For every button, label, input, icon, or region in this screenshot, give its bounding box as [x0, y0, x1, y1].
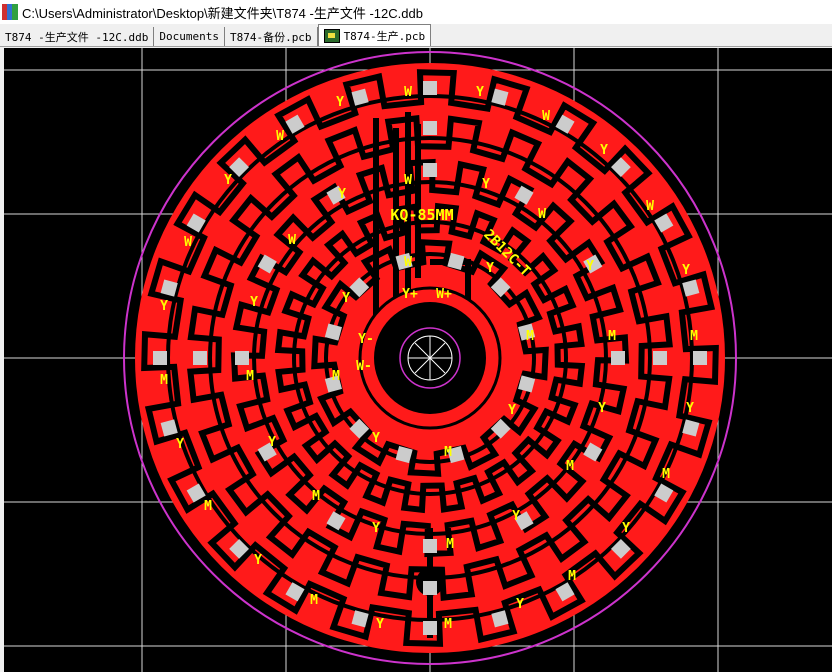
silk-label: Y	[486, 261, 494, 276]
silk-label: Y	[268, 435, 276, 450]
silk-label: Y	[512, 509, 520, 524]
silk-label: M	[446, 537, 454, 552]
silk-label: Y	[622, 521, 630, 536]
silk-label: Y	[516, 597, 524, 612]
tab-label: Documents	[159, 30, 219, 43]
silk-label: M	[568, 569, 576, 584]
silk-label: Y	[372, 521, 380, 536]
silk-label: M	[526, 329, 534, 344]
silk-label: Y	[254, 553, 262, 568]
smd-pad	[423, 621, 437, 635]
label-y-minus: Y-	[358, 332, 374, 347]
smd-pad	[653, 351, 667, 365]
silk-label: M	[444, 445, 452, 460]
silk-label: Y	[336, 95, 344, 110]
silk-label: W	[404, 173, 412, 188]
pcb-document-icon	[323, 28, 340, 43]
smd-pad	[423, 581, 437, 595]
silk-label: Y	[586, 259, 594, 274]
label-w-plus: W+	[436, 287, 452, 302]
silk-label: Y	[476, 85, 484, 100]
silk-label: W	[646, 199, 654, 214]
silk-label: Y	[598, 401, 606, 416]
smd-pad	[611, 351, 625, 365]
silk-label: Y	[482, 177, 490, 192]
silk-label: Y	[372, 431, 380, 446]
label-y-plus: Y+	[402, 287, 418, 302]
silk-label: M	[310, 593, 318, 608]
document-tab-bar: T874 -生产文件 -12C.ddb Documents T874-备份.pc…	[0, 24, 832, 47]
silk-label: Y	[508, 403, 516, 418]
silk-label: Y	[250, 295, 258, 310]
tab-label: T874 -生产文件 -12C.ddb	[5, 30, 149, 44]
silk-label: M	[312, 489, 320, 504]
tab-ddb[interactable]: T874 -生产文件 -12C.ddb	[0, 27, 155, 46]
tab-backup-pcb[interactable]: T874-备份.pcb	[225, 27, 318, 46]
silk-label: W	[404, 85, 412, 100]
silk-label: Y	[338, 187, 346, 202]
silk-label: M	[160, 373, 168, 388]
tab-label: T874-备份.pcb	[229, 30, 312, 44]
silk-label: Y	[600, 143, 608, 158]
label-w-minus: W-	[356, 359, 372, 374]
silk-label: M	[690, 329, 698, 344]
tab-documents[interactable]: Documents	[154, 27, 225, 46]
smd-pad	[423, 163, 437, 177]
silk-label: W	[538, 207, 546, 222]
smd-pad	[423, 539, 437, 553]
pcb-drawing: KQ-85MM2B12C-TY+ W+Y-W-WWWYWYWYMYMYMY MYWY…	[4, 48, 832, 672]
pcb-canvas[interactable]: KQ-85MM 2B12C-T Y+ W+ Y- W- W W W Y W Y W Y M Y M Y M Y M Y W Y…	[4, 48, 832, 672]
silk-label: Y	[376, 617, 384, 632]
title-bar: C:\Users\Administrator\Desktop\新建文件夹\T87…	[0, 0, 832, 24]
smd-pad	[693, 351, 707, 365]
silk-label: Y	[160, 299, 168, 314]
label-part-number: KQ-85MM	[390, 206, 453, 224]
silk-label: Y	[224, 173, 232, 188]
silk-label: W	[276, 129, 284, 144]
silk-label: M	[444, 617, 452, 632]
silk-label: W	[184, 235, 192, 250]
window-title: C:\Users\Administrator\Desktop\新建文件夹\T87…	[22, 5, 423, 21]
silk-label: M	[332, 369, 340, 384]
smd-pad	[423, 81, 437, 95]
silk-label: Y	[176, 437, 184, 452]
silk-label: M	[246, 369, 254, 384]
winrar-icon	[2, 4, 18, 20]
tab-label: T874-生产.pcb	[343, 29, 426, 43]
silk-label: M	[608, 329, 616, 344]
silk-label: W	[542, 109, 550, 124]
silk-label: Y	[686, 401, 694, 416]
silk-label: M	[204, 499, 212, 514]
silk-label: W	[288, 233, 296, 248]
smd-pad	[153, 351, 167, 365]
smd-pad	[235, 351, 249, 365]
silk-label: M	[662, 467, 670, 482]
silk-label: W	[404, 255, 412, 270]
tab-production-pcb[interactable]: T874-生产.pcb	[317, 24, 432, 46]
silk-label: M	[566, 459, 574, 474]
smd-pad	[423, 121, 437, 135]
silk-label: Y	[342, 291, 350, 306]
smd-pad	[193, 351, 207, 365]
silk-label: Y	[682, 263, 690, 278]
